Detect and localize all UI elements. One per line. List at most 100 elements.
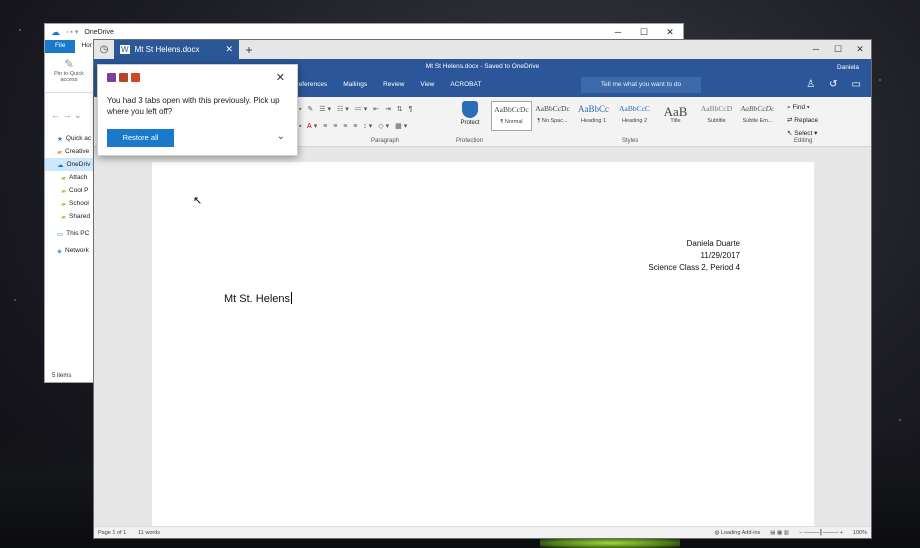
view-buttons[interactable]: ▤ ▦ ▥ [770,530,789,536]
word-doc-icon: W [120,45,130,54]
page-count[interactable]: Page 1 of 1 [98,530,126,536]
sidebar-item-cool[interactable]: ▰ Cool P [45,184,95,197]
folder-icon: ▰ [61,174,66,182]
sidebar-item-school[interactable]: ▰ School [45,197,95,210]
account-icon[interactable]: ♙ [806,79,815,90]
group-styles: Styles [622,138,639,144]
back-forward-nav[interactable]: ← → ⌄ [51,110,82,121]
class-info: Science Class 2, Period 4 [648,263,740,272]
minimize-icon[interactable]: ─ [805,40,827,59]
explorer-status: 5 items [52,373,72,379]
close-icon[interactable]: ✕ [657,27,683,38]
network-icon: ◈ [57,247,62,255]
folder-icon: ▰ [57,148,62,156]
style-heading-1[interactable]: AaBbCc Heading 1 [573,101,614,131]
paragraph-controls-top[interactable]: ▪ ✎ ☰▾ ☷▾ ≔▾ ⇤ ⇥ ⇅ ¶ [299,105,414,113]
style-title[interactable]: AaB Title [655,101,696,131]
tab-title: Mt St Helens.docx [134,45,200,54]
navigation-pane: ★ Quick ac ▰ Creative ☁ OneDriv ▰ Attach ▰ Co… [45,132,95,257]
restore-tabs-popup: ✕ You had 3 tabs open with this previous… [97,64,298,156]
tell-me-search[interactable]: Tell me what you want to do [581,77,701,93]
history-icon[interactable]: ◷ [94,40,114,59]
tab-acrobat[interactable]: ACROBAT [450,81,481,88]
document-header: Daniela Duarte 11/29/2017 Science Class … [648,238,740,274]
addins-status: ◍ Loading Add-ins [714,529,761,536]
new-tab-icon[interactable]: + [239,40,259,59]
tab-view[interactable]: View [420,81,434,88]
star-icon: ★ [57,135,63,143]
document-heading[interactable]: Mt St. Helens [224,292,293,305]
minimize-icon[interactable]: ─ [605,27,631,38]
pin-label: Pin to Quick access [54,71,84,83]
sidebar-item-attach[interactable]: ▰ Attach [45,171,95,184]
onedrive-cloud-icon: ☁ [51,26,60,37]
chevron-down-icon[interactable]: ⌄ [277,131,285,142]
cloud-icon: ☁ [57,161,64,169]
pin-icon: ✎ [63,57,75,71]
folder-icon: ▰ [61,187,66,195]
status-bar: Page 1 of 1 11 words ◍ Loading Add-ins ▤… [94,526,871,538]
sidebar-item-onedrive[interactable]: ☁ OneDriv [45,158,95,171]
document-area: Daniela Duarte 11/29/2017 Science Class … [94,160,871,532]
ribbon-tabs: References Mailings Review View ACROBAT [294,81,481,88]
style-normal[interactable]: AaBbCcDc ¶ Normal [491,101,532,131]
folder-icon: ▰ [61,213,66,221]
zoom-slider[interactable]: − ────┃──── + [799,530,843,536]
addin-icon: ◍ [714,529,720,536]
group-paragraph: Paragraph [371,138,400,144]
maximize-icon[interactable]: ☐ [827,40,849,59]
explorer-titlebar: ☁ ▫ ▪ ▾ OneDrive ─ ☐ ✕ [45,24,683,40]
pc-icon: ▭ [57,230,64,238]
close-tab-icon[interactable]: ✕ [225,44,233,55]
replace-button[interactable]: ⇄ Replace [787,114,818,127]
sidebar-item-shared[interactable]: ▰ Shared [45,210,95,223]
group-protection: Protection [456,138,484,144]
close-icon[interactable]: ✕ [849,40,871,59]
author-name: Daniela Duarte [686,239,740,248]
tab-review[interactable]: Review [383,81,404,88]
user-name[interactable]: Daniela [837,64,859,71]
tab-references[interactable]: References [294,81,327,88]
mouse-pointer-icon: ↖ [193,195,203,207]
onenote-icon [107,73,116,82]
word-count[interactable]: 11 words [138,530,160,536]
sidebar-item-network[interactable]: ◈ Network [45,244,95,257]
pin-quick-access-button[interactable]: ✎ Pin to Quick access [49,57,89,83]
restore-message: You had 3 tabs open with this previously… [107,96,280,116]
folder-icon: ▰ [61,200,66,208]
find-button[interactable]: ⌕ Find ▾ [787,101,818,114]
maximize-icon[interactable]: ☐ [631,27,657,38]
protect-button[interactable]: Protect [456,101,484,126]
document-page[interactable]: Daniela Duarte 11/29/2017 Science Class … [152,162,814,532]
sidebar-item-quick-access[interactable]: ★ Quick ac [45,132,95,145]
explorer-title: OneDrive [84,28,114,36]
comments-icon[interactable]: ▭ [852,79,861,90]
history-icon[interactable]: ↺ [829,79,837,90]
style-subtle-emphasis[interactable]: AaBbCcDc Subtle Em... [737,101,778,131]
select-button[interactable]: ↖ Select ▾ [787,127,818,140]
quick-access-toolbar-icon[interactable]: ▫ ▪ ▾ [66,28,78,36]
shield-icon [462,101,478,118]
tent-glow [540,538,680,548]
sidebar-item-creative[interactable]: ▰ Creative [45,145,95,158]
zoom-level[interactable]: 100% [853,530,867,536]
close-popup-icon[interactable]: ✕ [276,71,285,84]
style-no-spacing[interactable]: AaBbCcDc ¶ No Spac... [532,101,573,131]
tab-mailings[interactable]: Mailings [343,81,367,88]
tab-file[interactable]: File [45,40,76,53]
app-icons [107,73,140,82]
style-heading-2[interactable]: AaBbCcC Heading 2 [614,101,655,131]
editing-group: ⌕ Find ▾ ⇄ Replace ↖ Select ▾ [787,101,818,140]
tab-bar: ◷ W Mt St Helens.docx ✕ + ─ ☐ ✕ [94,40,871,59]
replace-icon: ⇄ [787,117,793,124]
tab-document[interactable]: W Mt St Helens.docx ✕ [114,40,239,59]
restore-all-button[interactable]: Restore all [107,129,174,147]
document-date: 11/29/2017 [700,251,740,260]
sidebar-item-this-pc[interactable]: ▭ This PC [45,227,95,240]
styles-gallery: AaBbCcDc ¶ Normal AaBbCcDc ¶ No Spac... Aa… [491,101,778,131]
style-subtitle[interactable]: AaBbCcD Subtitle [696,101,737,131]
text-caret [291,292,293,304]
paragraph-controls-bottom[interactable]: ▪ A▾ ≡ ≡ ≡ ≡ ↕▾ ◇▾ ▦▾ [299,122,409,130]
edge-icon [119,73,128,82]
cursor-icon: ↖ [787,130,793,137]
